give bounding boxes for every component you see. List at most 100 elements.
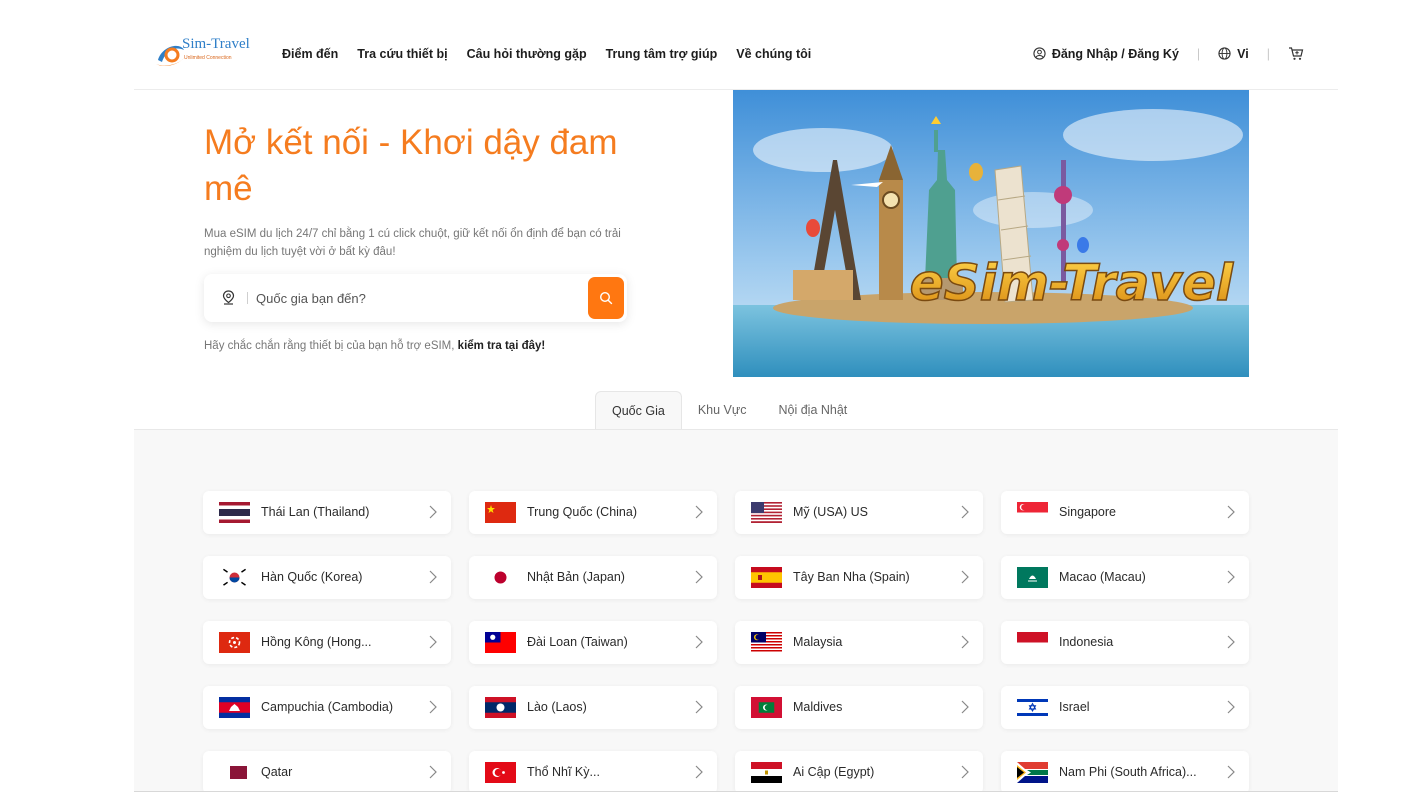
cart-icon [1289, 47, 1304, 60]
brand-logo[interactable]: Sim-Travel Unlimited Connection [154, 36, 264, 74]
spain-flag-icon [751, 567, 782, 588]
country-card-china[interactable]: Trung Quốc (China) [469, 491, 717, 534]
search-icon [599, 291, 613, 305]
esim-hint: Hãy chắc chắn rằng thiết bị của bạn hỗ t… [204, 340, 545, 352]
brand-name: Sim-Travel [182, 36, 250, 52]
qatar-flag-icon [226, 766, 247, 779]
country-name: Nhật Bản (Japan) [527, 570, 625, 584]
country-card-cambodia[interactable]: Campuchia (Cambodia) [203, 686, 451, 729]
israel-flag-icon [1017, 697, 1048, 718]
cart-button[interactable] [1288, 46, 1304, 61]
chevron-right-icon [1227, 700, 1235, 714]
chevron-right-icon [961, 570, 969, 584]
hero-description: Mua eSIM du lịch 24/7 chỉ bằng 1 cú clic… [204, 228, 621, 258]
chevron-right-icon [695, 570, 703, 584]
country-card-korea[interactable]: Hàn Quốc (Korea) [203, 556, 451, 599]
chevron-right-icon [961, 505, 969, 519]
chevron-right-icon [961, 700, 969, 714]
chevron-right-icon [695, 765, 703, 779]
country-card-singapore[interactable]: Singapore [1001, 491, 1249, 534]
country-card-usa[interactable]: Mỹ (USA) US [735, 491, 983, 534]
macau-flag-icon [1017, 567, 1048, 588]
tab-japan-domestic[interactable]: Nội địa Nhật [762, 391, 863, 429]
tab-countries[interactable]: Quốc Gia [595, 391, 682, 429]
country-name: Ai Cập (Egypt) [793, 765, 875, 779]
nav-item-destinations[interactable]: Điểm đến [282, 47, 338, 61]
login-label: Đăng Nhập / Đăng Ký [1051, 46, 1179, 61]
landmarks-illustration: eSim-Travel [733, 90, 1249, 377]
header-divider: | [1196, 46, 1201, 61]
user-icon [1033, 47, 1046, 60]
country-card-south-africa[interactable]: Nam Phi (South Africa)... [1001, 751, 1249, 791]
country-name: Malaysia [793, 635, 843, 649]
nav-item-about[interactable]: Về chúng tôi [736, 47, 811, 61]
country-name: Indonesia [1059, 635, 1114, 649]
country-card-taiwan[interactable]: Đài Loan (Taiwan) [469, 621, 717, 664]
usa-flag-icon [751, 502, 782, 523]
chevron-right-icon [961, 635, 969, 649]
cambodia-flag-icon [219, 697, 250, 718]
header-actions: Đăng Nhập / Đăng Ký | Vi | [1033, 46, 1304, 61]
search-input[interactable] [256, 286, 576, 310]
chevron-right-icon [1227, 765, 1235, 779]
chevron-right-icon [429, 570, 437, 584]
chevron-right-icon [429, 635, 437, 649]
country-card-macau[interactable]: Macao (Macau) [1001, 556, 1249, 599]
chevron-right-icon [1227, 570, 1235, 584]
hero-title: Mở kết nối - Khơi dậy đam mê [204, 123, 618, 208]
nav-item-faq[interactable]: Câu hỏi thường gặp [467, 47, 587, 61]
main-nav: Điểm đến Tra cứu thiết bị Câu hỏi thường… [282, 47, 811, 61]
country-card-qatar[interactable]: Qatar [203, 751, 451, 791]
login-button[interactable]: Đăng Nhập / Đăng Ký [1033, 47, 1179, 61]
country-name: Macao (Macau) [1059, 570, 1146, 584]
country-name: Đài Loan (Taiwan) [527, 635, 628, 649]
chevron-right-icon [961, 765, 969, 779]
tab-regions[interactable]: Khu Vực [682, 391, 763, 429]
indonesia-flag-icon [1017, 632, 1048, 653]
country-card-turkey[interactable]: Thổ Nhĩ Kỳ... [469, 751, 717, 791]
banner-text: eSim-Travel [910, 254, 1234, 312]
china-flag-icon [485, 502, 516, 523]
country-card-thailand[interactable]: Thái Lan (Thailand) [203, 491, 451, 534]
country-name: Singapore [1059, 505, 1116, 519]
search-button[interactable] [588, 277, 624, 319]
country-card-indonesia[interactable]: Indonesia [1001, 621, 1249, 664]
country-card-israel[interactable]: Israel [1001, 686, 1249, 729]
southafrica-flag-icon [1017, 762, 1048, 783]
country-grid: Thái Lan (Thailand) Trung Quốc (China) M… [203, 491, 1249, 791]
globe-icon [1218, 47, 1231, 60]
chevron-right-icon [429, 700, 437, 714]
country-name: Qatar [261, 765, 293, 779]
search-divider [247, 292, 248, 304]
malaysia-flag-icon [751, 632, 782, 653]
country-card-malaysia[interactable]: Malaysia [735, 621, 983, 664]
country-name: Trung Quốc (China) [527, 505, 637, 519]
brand-tagline: Unlimited Connection [184, 55, 232, 61]
taiwan-flag-icon [485, 632, 516, 653]
check-device-link[interactable]: kiểm tra tại đây! [458, 340, 546, 352]
egypt-flag-icon [751, 762, 782, 783]
location-pin-icon [222, 290, 235, 305]
hongkong-flag-icon [219, 632, 250, 653]
page: Sim-Travel Unlimited Connection Điểm đến… [0, 0, 1408, 804]
country-name: Hàn Quốc (Korea) [261, 570, 363, 584]
country-card-hongkong[interactable]: Hồng Kông (Hong... [203, 621, 451, 664]
maldives-flag-icon [751, 697, 782, 718]
country-name: Nam Phi (South Africa)... [1059, 765, 1197, 779]
country-name: Israel [1059, 700, 1090, 714]
chevron-right-icon [1227, 505, 1235, 519]
country-card-japan[interactable]: Nhật Bản (Japan) [469, 556, 717, 599]
language-selector[interactable]: Vi [1218, 47, 1249, 61]
country-card-egypt[interactable]: Ai Cập (Egypt) [735, 751, 983, 791]
country-name: Mỹ (USA) US [793, 505, 868, 519]
nav-item-device-check[interactable]: Tra cứu thiết bị [357, 47, 447, 61]
header-divider: | [1266, 46, 1270, 61]
country-name: Campuchia (Cambodia) [261, 700, 394, 714]
region-tabs: Quốc Gia Khu Vực Nội địa Nhật [595, 391, 863, 429]
nav-item-help-center[interactable]: Trung tâm trợ giúp [606, 47, 718, 61]
singapore-flag-icon [1017, 502, 1048, 523]
country-card-spain[interactable]: Tây Ban Nha (Spain) [735, 556, 983, 599]
country-card-laos[interactable]: Lào (Laos) [469, 686, 717, 729]
country-card-maldives[interactable]: Maldives [735, 686, 983, 729]
country-list-section: Thái Lan (Thailand) Trung Quốc (China) M… [134, 429, 1338, 792]
